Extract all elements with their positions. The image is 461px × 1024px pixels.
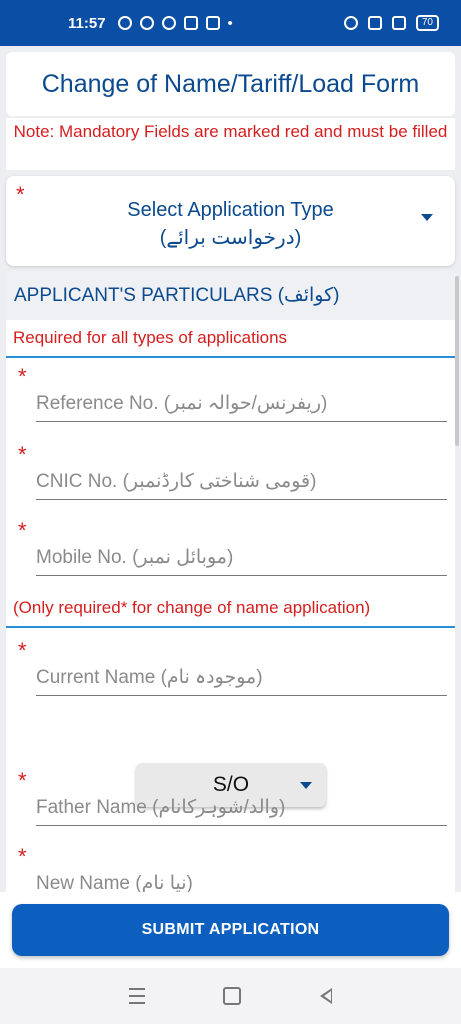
status-time: 11:57 [68, 14, 106, 32]
required-asterisk: * [18, 638, 27, 663]
reference-input[interactable]: Reference No. (ریفرنس/حوالہ نمبر) [36, 392, 447, 422]
application-type-select[interactable]: * Select Application Type (درخواست برائے… [6, 176, 455, 266]
required-asterisk: * [18, 768, 27, 793]
home-icon[interactable] [223, 987, 242, 1005]
chevron-down-icon[interactable] [421, 214, 433, 221]
mobile-input[interactable]: Mobile No. (موبائل نمبر) [36, 546, 447, 576]
app-icon [205, 16, 220, 30]
notification-icons: • [117, 14, 233, 32]
recent-apps-icon[interactable] [129, 988, 146, 1004]
application-type-label: Select Application Type (درخواست برائے) [6, 196, 455, 252]
application-type-title: Select Application Type [127, 199, 334, 221]
current-name-input[interactable]: Current Name (موجودہ نام) [36, 666, 447, 696]
signal-icon [391, 16, 406, 30]
wifi-icon [367, 16, 382, 30]
mandatory-note: Note: Mandatory Fields are marked red an… [6, 118, 455, 170]
applicant-heading: APPLICANT'S PARTICULARS (کوائف) [6, 270, 455, 320]
name-change-note: (Only required* for change of name appli… [6, 598, 455, 628]
chat-icon [139, 16, 154, 30]
battery-icon: 70 [415, 15, 439, 31]
application-type-urdu: (درخواست برائے) [159, 227, 302, 249]
scrollbar[interactable] [455, 276, 459, 446]
dot-icon: • [227, 14, 233, 32]
youtube-icon [183, 16, 198, 30]
father-name-input[interactable]: Father Name (والد/شوہرکانام) [36, 796, 447, 826]
whatsapp-icon [117, 16, 132, 30]
messenger-icon [161, 16, 176, 30]
submit-button[interactable]: SUBMIT APPLICATION [12, 904, 449, 956]
submit-area: SUBMIT APPLICATION [0, 892, 461, 968]
new-name-input[interactable]: New Name (نیا نام) [36, 872, 447, 892]
chevron-down-icon[interactable] [300, 782, 312, 789]
mute-icon [343, 16, 358, 30]
applicant-section: APPLICANT'S PARTICULARS (کوائف) Required… [6, 270, 455, 892]
cnic-input[interactable]: CNIC No. (قومی شناختی کارڈنمبر) [36, 470, 447, 500]
form-content[interactable]: Change of Name/Tariff/Load Form Note: Ma… [0, 46, 461, 892]
status-bar: 11:57 • 70 [0, 0, 461, 46]
system-icons: 70 [343, 15, 439, 31]
required-asterisk: * [18, 844, 27, 869]
form-title: Change of Name/Tariff/Load Form [6, 52, 455, 116]
back-icon[interactable] [319, 988, 332, 1004]
system-nav-bar [0, 968, 461, 1024]
required-asterisk: * [18, 442, 27, 467]
required-note: Required for all types of applications [6, 328, 455, 358]
required-asterisk: * [18, 364, 27, 389]
relation-value: S/O [212, 773, 250, 796]
required-asterisk: * [18, 518, 27, 543]
